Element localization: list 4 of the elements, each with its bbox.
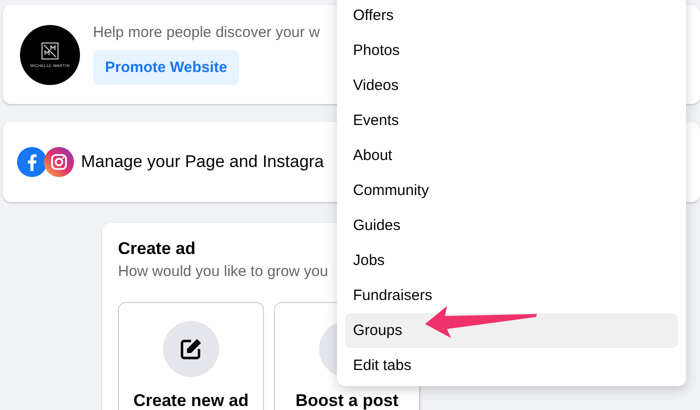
create-ad-subtitle: How would you like to grow you (118, 263, 328, 280)
create-ad-title: Create ad (118, 239, 196, 259)
promote-message: Help more people discover your w (93, 24, 320, 41)
manage-message: Manage your Page and Instagra (81, 152, 324, 172)
